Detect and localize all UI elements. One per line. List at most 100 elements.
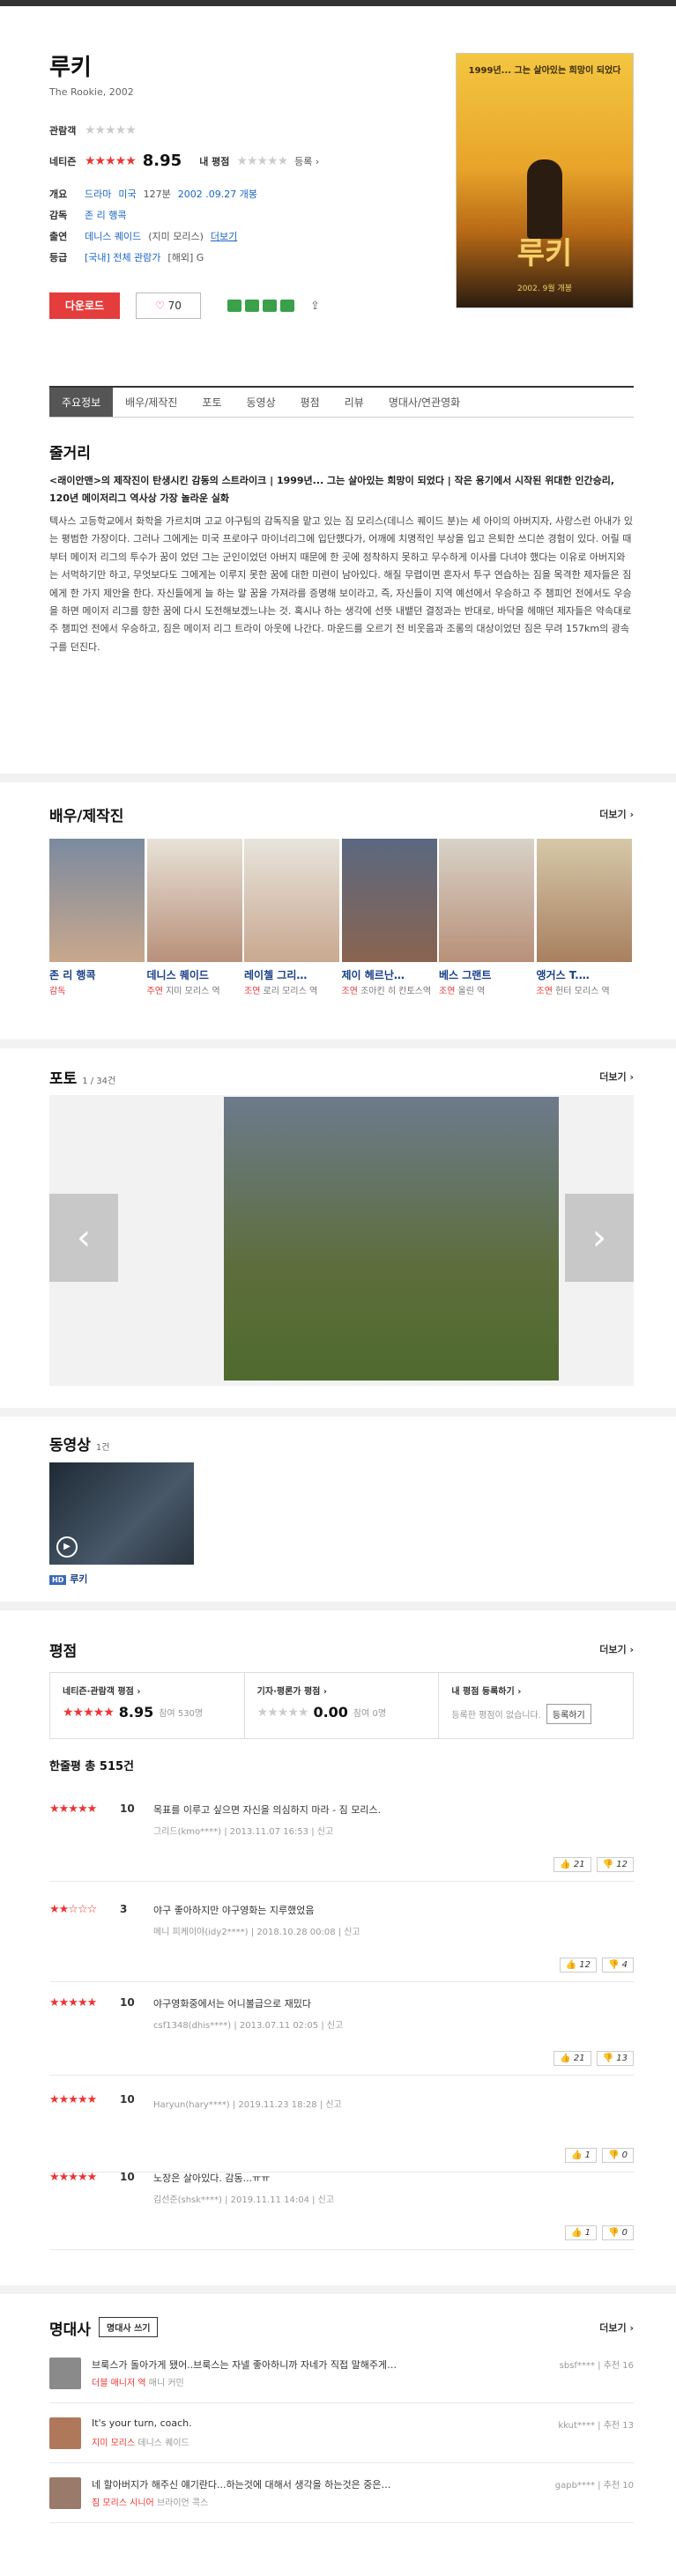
video-count: 1건 xyxy=(95,1443,110,1453)
tab-quotes[interactable]: 명대사/연관영화 xyxy=(376,388,472,417)
thumbs-up-button[interactable]: 👍 12 xyxy=(559,1958,597,1973)
cast-role-line: 조연 헌터 모리스 역 xyxy=(536,987,610,996)
tab-photo[interactable]: 포토 xyxy=(189,388,234,417)
video-title[interactable]: HD 루키 xyxy=(49,1572,87,1586)
critic-rating-title[interactable]: 기자·평론가 평점 › xyxy=(257,1684,427,1697)
thumbs-up-button[interactable]: 👍 1 xyxy=(564,2225,597,2240)
movie-title: 루키 xyxy=(49,55,92,81)
cast-more-link[interactable]: 더보기 › xyxy=(599,807,634,821)
quote-actor[interactable]: 짐 모리스 시니어 브라이언 콕스 xyxy=(92,2495,208,2508)
overview-row: 개요 드라마 미국 127분 2002 .09.27 개봉 xyxy=(49,187,257,201)
cast-name[interactable]: 레이첼 그리… xyxy=(244,967,342,982)
cast-card[interactable]: 레이첼 그리… 조연 로리 모리스 역 xyxy=(244,839,342,998)
share-band-icon[interactable] xyxy=(245,300,259,312)
tab-main-info[interactable]: 주요정보 xyxy=(49,388,114,417)
cast-name[interactable]: 데니스 퀘이드 xyxy=(147,967,245,982)
share-icon[interactable]: ⇪ xyxy=(310,300,320,313)
cast-role-line: 조연 올린 역 xyxy=(439,987,486,996)
director-label: 감독 xyxy=(49,210,68,221)
critic-rating-score: 0.00 xyxy=(313,1704,348,1721)
rating-more-link[interactable]: 더보기 › xyxy=(599,1642,634,1656)
download-button[interactable]: 다운로드 xyxy=(49,292,120,319)
cast-card[interactable]: 앵거스 T.… 조연 헌터 모리스 역 xyxy=(536,839,635,998)
review-stars: ★★☆☆☆ xyxy=(49,1903,97,1916)
quote-text: 브룩스가 돌아가게 됐어..브룩스는 자넬 좋아하니까 자네가 직접 말해주게… xyxy=(92,2359,397,2371)
my-rating-title[interactable]: 내 평점 등록하기 › xyxy=(451,1684,620,1697)
thumbs-down-button[interactable]: 👎 0 xyxy=(601,2225,634,2240)
heart-icon: ♡ xyxy=(155,300,165,312)
review-meta: 김선준(shsk****) | 2019.11.11 14:04 | 신고 xyxy=(153,2195,335,2205)
cast-name[interactable]: 제이 헤르난… xyxy=(342,967,440,982)
video-section-title: 동영상 1건 xyxy=(49,1437,110,1455)
thumbs-up-button[interactable]: 👍 1 xyxy=(564,2148,597,2163)
section-divider xyxy=(0,2285,676,2294)
my-rating-register[interactable]: 등록 › xyxy=(294,154,319,168)
cast-card[interactable]: 존 리 행콕 감독 xyxy=(49,839,147,998)
cast-more-link[interactable]: 더보기 xyxy=(211,229,237,243)
next-arrow-icon[interactable]: › xyxy=(565,1194,634,1282)
photo-section-title: 포토 1 / 34건 xyxy=(49,1070,116,1088)
netizen-stars: ★★★★★ xyxy=(85,153,137,168)
review-item: ★★★★★ 10 목표를 이루고 싶으면 자신을 의심하지 마라 - 짐 모리스.… xyxy=(49,1802,634,1882)
country-link[interactable]: 미국 xyxy=(118,187,136,201)
cast-photo xyxy=(244,839,339,962)
section-divider xyxy=(0,1602,676,1610)
tab-review[interactable]: 리뷰 xyxy=(332,388,376,417)
cast-card[interactable]: 제이 헤르난… 조연 조아킨 히 칸토스역 xyxy=(341,839,440,998)
cast-card[interactable]: 데니스 퀘이드 주연 지미 모리스 역 xyxy=(146,839,245,998)
cast-name[interactable]: 존 리 행콕 xyxy=(49,967,147,982)
quotes-section-title: 명대사 xyxy=(49,2321,91,2339)
prev-arrow-icon[interactable]: ‹ xyxy=(49,1194,118,1282)
poster-tagline: 1999년... 그는 살아있는 희망이 되었다 xyxy=(468,66,621,76)
review-score: 10 xyxy=(120,1802,135,1815)
my-rating-stars[interactable]: ★★★★★ xyxy=(236,154,288,168)
director-link[interactable]: 존 리 행콕 xyxy=(85,208,126,222)
play-icon[interactable]: ▶ xyxy=(56,1536,78,1558)
quote-actor[interactable]: 지미 모리스 데니스 퀘이드 xyxy=(92,2435,189,2448)
thumbs-down-button[interactable]: 👎 4 xyxy=(601,1958,634,1973)
tab-bar: 주요정보 배우/제작진 포토 동영상 평점 리뷰 명대사/연관영화 xyxy=(49,386,634,418)
share-kakao-icon[interactable] xyxy=(280,300,294,312)
quotes-more-link[interactable]: 더보기 › xyxy=(599,2321,634,2335)
like-button[interactable]: ♡ 70 xyxy=(136,292,201,319)
genre-link[interactable]: 드라마 xyxy=(85,187,111,201)
poster-title: 루키 xyxy=(516,236,573,271)
cast-link[interactable]: 데니스 퀘이드 xyxy=(85,229,141,243)
tab-cast[interactable]: 배우/제작진 xyxy=(113,388,189,417)
thumbs-up-button[interactable]: 👍 21 xyxy=(553,1857,591,1872)
review-text: 야구 좋아하지만 야구영화는 지루했었음 xyxy=(153,1905,315,1916)
share-line-icon[interactable] xyxy=(263,300,277,312)
photo-more-link[interactable]: 더보기 › xyxy=(599,1070,634,1084)
register-rating-button[interactable]: 등록하기 xyxy=(546,1704,591,1724)
section-divider xyxy=(0,774,676,782)
critic-rating-count: 참여 0명 xyxy=(353,1709,387,1719)
thumbs-down-button[interactable]: 👎 12 xyxy=(596,1857,634,1872)
grade-link[interactable]: [국내] 전체 관람가 xyxy=(85,250,160,264)
cast-name[interactable]: 베스 그랜트 xyxy=(439,967,537,982)
grade-overseas: [해외] G xyxy=(167,252,204,263)
netizen-rating-title[interactable]: 네티즌·관람객 평점 › xyxy=(63,1684,232,1697)
thumbs-down-button[interactable]: 👎 13 xyxy=(596,2051,634,2066)
quote-actor[interactable]: 더블 매니저 역 매니 커민 xyxy=(92,2375,184,2388)
quote-actor-photo xyxy=(49,2477,81,2509)
cast-role-line: 주연 지미 모리스 역 xyxy=(146,987,220,996)
review-text: 야구영화중에서는 어니볼급으로 재밌다 xyxy=(153,1998,312,2010)
video-thumbnail[interactable]: ▶ xyxy=(49,1462,194,1565)
audience-stars: ★★★★★ xyxy=(85,123,137,137)
review-score: 10 xyxy=(120,1996,135,2009)
movie-still[interactable] xyxy=(224,1097,559,1381)
cast-label: 출연 xyxy=(49,231,68,242)
netizen-score: 8.95 xyxy=(142,152,182,170)
thumbs-up-button[interactable]: 👍 21 xyxy=(553,2051,591,2066)
cast-card[interactable]: 베스 그랜트 조연 올린 역 xyxy=(439,839,537,998)
cast-name[interactable]: 앵거스 T.… xyxy=(537,967,635,982)
write-quote-button[interactable]: 명대사 쓰기 xyxy=(99,2317,159,2337)
share-mail-icon[interactable] xyxy=(227,300,241,312)
review-stars: ★★★★★ xyxy=(49,1802,97,1816)
thumbs-down-button[interactable]: 👎 0 xyxy=(601,2148,634,2163)
tab-rating[interactable]: 평점 xyxy=(288,388,332,417)
release-link[interactable]: 2002 .09.27 개봉 xyxy=(178,187,257,201)
top-bar xyxy=(0,0,676,6)
tab-video[interactable]: 동영상 xyxy=(234,388,288,417)
movie-poster[interactable]: 1999년... 그는 살아있는 희망이 되었다 루키 2002. 9월 개봉 xyxy=(456,53,634,308)
